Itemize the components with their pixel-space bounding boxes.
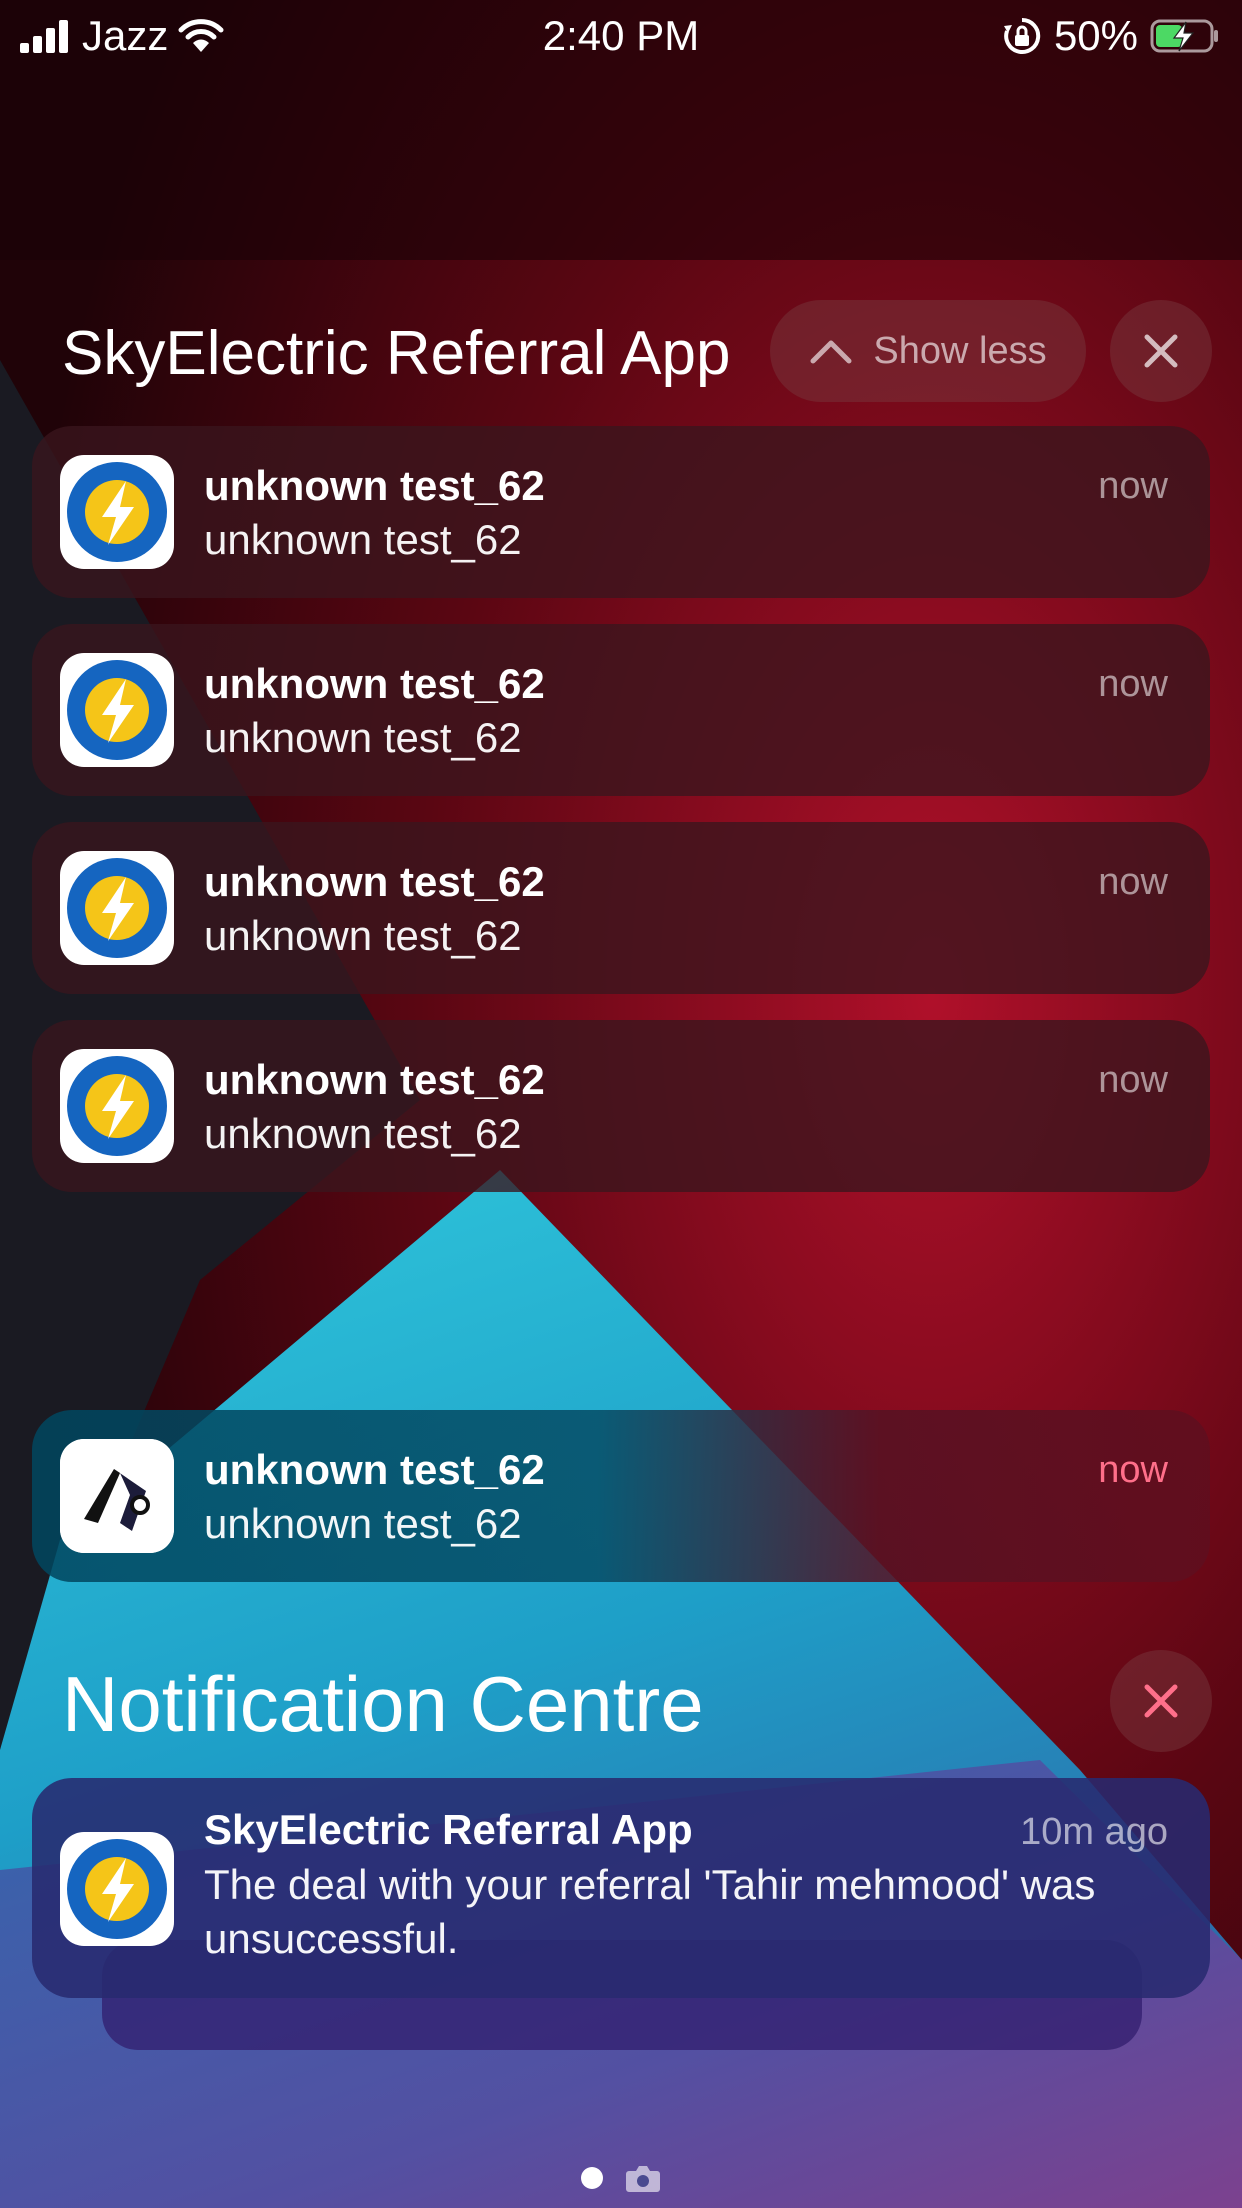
app-icon	[60, 1439, 174, 1553]
notification-card[interactable]: unknown test_62 unknown test_62 now	[32, 624, 1210, 796]
notification-body: The deal with your referral 'Tahir mehmo…	[204, 1861, 1096, 1962]
notification-body: unknown test_62	[204, 714, 522, 761]
lightning-bolt-icon	[67, 660, 167, 760]
app-icon	[60, 653, 174, 767]
notification-time: now	[1098, 1059, 1168, 1101]
app-icon	[60, 1049, 174, 1163]
app-logo-icon	[60, 1439, 174, 1553]
lightning-bolt-icon	[67, 858, 167, 958]
battery-percent: 50%	[1053, 12, 1138, 59]
notification-time: 10m ago	[1020, 1811, 1168, 1853]
close-icon	[1144, 1684, 1178, 1718]
show-less-button[interactable]: Show less	[770, 300, 1086, 402]
app-group-title: SkyElectric Referral App	[62, 319, 731, 388]
app-icon	[60, 1832, 174, 1946]
notification-body: unknown test_62	[204, 912, 522, 959]
notification-body: unknown test_62	[204, 1500, 522, 1547]
notification-card[interactable]: unknown test_62 unknown test_62 now	[32, 822, 1210, 994]
battery-charging-icon	[1150, 19, 1218, 53]
clear-notification-centre-button[interactable]	[1110, 1650, 1212, 1752]
show-less-label: Show less	[873, 329, 1047, 372]
camera-icon[interactable]	[625, 2163, 661, 2193]
notification-title: unknown test_62	[204, 1056, 545, 1103]
notification-title: unknown test_62	[204, 858, 545, 905]
chevron-up-icon	[810, 340, 852, 364]
app-icon	[60, 455, 174, 569]
lightning-bolt-icon	[67, 1839, 167, 1939]
notification-card[interactable]: SkyElectric Referral App The deal with y…	[32, 1778, 1210, 1998]
notification-title: unknown test_62	[204, 660, 545, 707]
lightning-bolt-icon	[67, 462, 167, 562]
clear-group-button[interactable]	[1110, 300, 1212, 402]
notification-title: SkyElectric Referral App	[204, 1806, 693, 1853]
notification-centre-title: Notification Centre	[62, 1660, 704, 1748]
notification-card[interactable]: unknown test_62 unknown test_62 now	[32, 426, 1210, 598]
notification-body: unknown test_62	[204, 516, 522, 563]
page-dot[interactable]	[581, 2167, 603, 2189]
notification-title: unknown test_62	[204, 1446, 545, 1493]
notification-title: unknown test_62	[204, 462, 545, 509]
notification-body: unknown test_62	[204, 1110, 522, 1157]
notification-time: now	[1098, 1449, 1168, 1491]
notification-card[interactable]: unknown test_62 unknown test_62 now	[32, 1020, 1210, 1192]
lightning-bolt-icon	[67, 1056, 167, 1156]
notification-time: now	[1098, 465, 1168, 507]
page-indicator	[0, 2158, 1242, 2198]
app-icon	[60, 851, 174, 965]
notification-time: now	[1098, 861, 1168, 903]
close-icon	[1144, 334, 1178, 368]
status-bar: Jazz 2:40 PM 50%	[0, 0, 1242, 80]
rotation-lock-icon	[1003, 17, 1041, 54]
notification-card[interactable]: unknown test_62 unknown test_62 now	[32, 1410, 1210, 1582]
notification-time: now	[1098, 663, 1168, 705]
